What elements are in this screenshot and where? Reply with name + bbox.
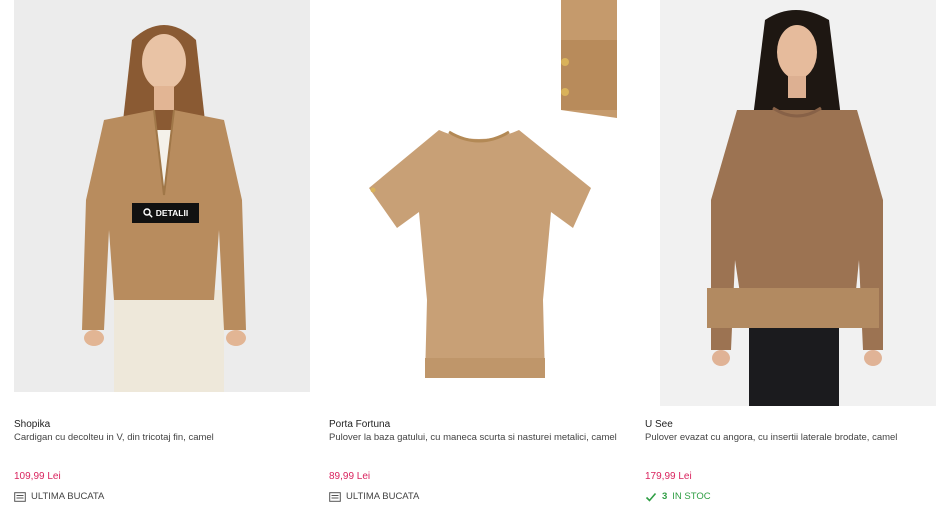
product-price: 109,99 Lei [14, 471, 61, 482]
search-icon [143, 208, 153, 218]
product-image[interactable] [645, 0, 940, 408]
details-button[interactable]: DETALII [132, 203, 199, 223]
check-icon [645, 492, 657, 502]
box-icon [14, 491, 26, 502]
product-grid: DETALII Shopika Cardigan cu decolteu in … [0, 0, 940, 512]
stock-label: ULTIMA BUCATA [31, 491, 105, 502]
box-icon [329, 491, 341, 502]
product-price: 89,99 Lei [329, 471, 371, 482]
product-description[interactable]: Cardigan cu decolteu in V, din tricotaj … [14, 432, 309, 444]
stock-label: ULTIMA BUCATA [346, 491, 420, 502]
details-button-label: DETALII [155, 208, 189, 218]
product-card[interactable]: U See Pulover evazat cu angora, cu inser… [645, 0, 940, 512]
stock-label: IN STOC [672, 491, 711, 502]
stock-status: ULTIMA BUCATA [329, 491, 419, 502]
stock-count: 3 [662, 491, 668, 502]
product-brand[interactable]: Shopika [14, 419, 50, 430]
product-brand[interactable]: Porta Fortuna [329, 419, 390, 430]
product-card[interactable]: DETALII Shopika Cardigan cu decolteu in … [14, 0, 316, 512]
product-card[interactable]: Porta Fortuna Pulover la baza gatului, c… [329, 0, 631, 512]
product-brand[interactable]: U See [645, 419, 673, 430]
product-description[interactable]: Pulover la baza gatului, cu maneca scurt… [329, 432, 624, 444]
stock-status: ULTIMA BUCATA [14, 491, 104, 502]
product-image[interactable] [329, 0, 625, 408]
stock-status: 3 IN STOC [645, 491, 711, 502]
product-image[interactable]: DETALII [14, 0, 310, 408]
product-price: 179,99 Lei [645, 471, 692, 482]
product-description[interactable]: Pulover evazat cu angora, cu insertii la… [645, 432, 940, 444]
